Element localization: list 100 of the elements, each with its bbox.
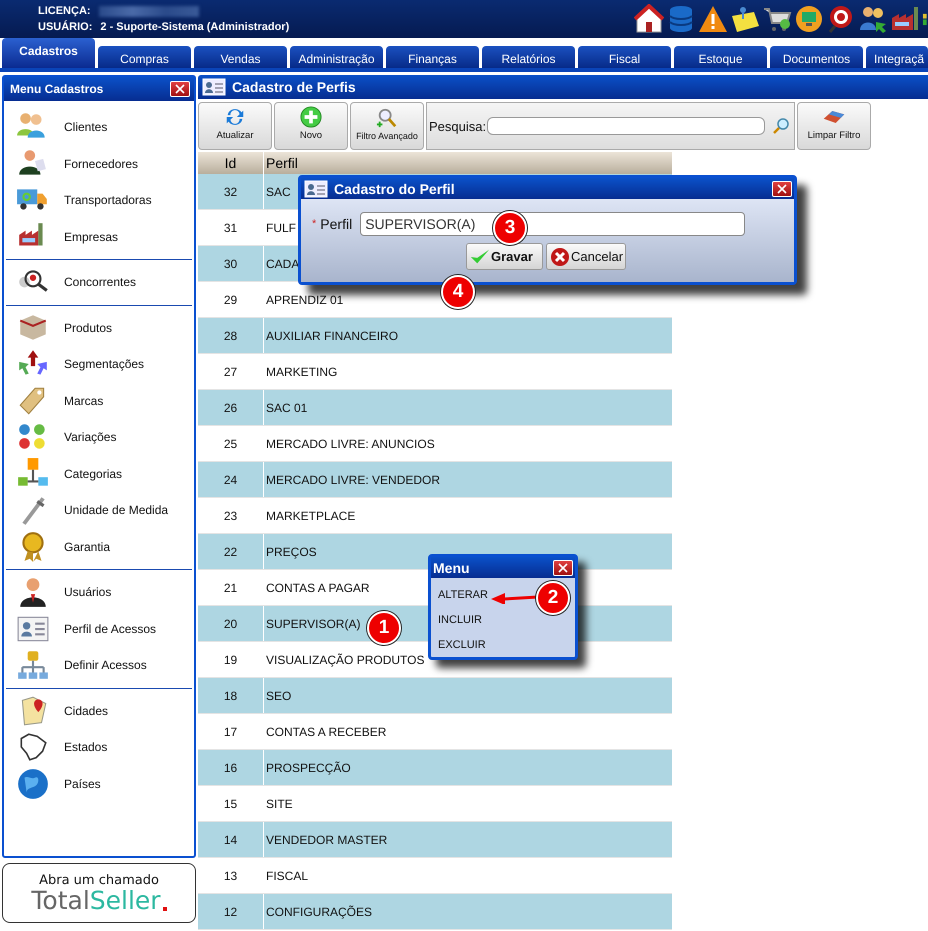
cancel-button[interactable]: Cancelar <box>546 243 626 270</box>
table-cell: 31 <box>224 220 238 234</box>
search-label: Pesquisa: <box>429 118 486 134</box>
sidebar-item[interactable]: Concorrentes <box>6 264 192 300</box>
menu-tab[interactable]: Relatórios <box>482 46 575 68</box>
sidebar-item[interactable]: Unidade de Medida <box>6 492 192 528</box>
panel-title: Cadastro de Perfis <box>232 79 356 95</box>
sidebar-item[interactable]: Categorias <box>6 456 192 492</box>
close-button[interactable] <box>553 560 573 576</box>
table-cell: 21 <box>224 580 238 594</box>
table-cell: 30 <box>224 256 238 270</box>
table-cell: APRENDIZ 01 <box>266 292 344 306</box>
table-cell: 15 <box>224 796 238 810</box>
sidebar-item[interactable]: Empresas <box>6 218 192 255</box>
table-cell: SAC <box>266 184 291 198</box>
save-button[interactable]: Gravar <box>466 243 543 270</box>
table-cell: CONTAS A PAGAR <box>266 580 370 594</box>
table-cell: 18 <box>224 688 238 702</box>
table-cell: MERCADO LIVRE: ANUNCIOS <box>266 436 435 450</box>
search-field[interactable] <box>487 117 766 135</box>
sidebar-item[interactable]: Definir Acessos <box>6 647 192 684</box>
menu-tab[interactable]: Fiscal <box>578 46 671 68</box>
support-card[interactable]: Abra um chamado TotalSeller <box>2 863 196 923</box>
note-icon[interactable] <box>730 4 760 34</box>
table-cell: SEO <box>266 688 292 702</box>
users-icon[interactable] <box>858 4 888 34</box>
menu-tab[interactable]: Finanças <box>386 46 479 68</box>
sidebar-item[interactable]: Produtos <box>6 310 192 346</box>
globe-icon <box>16 766 50 801</box>
search-plus-icon <box>375 107 399 129</box>
sidebar-item[interactable]: Transportadoras <box>6 182 192 218</box>
menu-tab[interactable]: Integraçã <box>866 46 928 68</box>
close-icon <box>558 562 568 572</box>
sidebar-item[interactable]: Usuários <box>6 574 192 610</box>
table-cell: FULF <box>266 220 296 234</box>
sidebar-item[interactable]: Garantia <box>6 528 192 565</box>
table-cell: 16 <box>224 760 238 774</box>
table-cell: CONTAS A RECEBER <box>266 724 386 738</box>
required-mark: * <box>312 218 316 230</box>
field-label: Perfil <box>320 216 352 232</box>
menu-item[interactable]: INCLUIR <box>438 607 482 632</box>
user-name: 2 - Suporte-Sistema (Administrador) <box>100 21 290 33</box>
table-cell: SITE <box>266 796 293 810</box>
sidebar-item[interactable]: Perfil de Acessos <box>6 610 192 647</box>
table-cell: AUXILIAR FINANCEIRO <box>266 328 398 342</box>
menu-title: Menu <box>433 560 470 576</box>
sidebar-item[interactable]: Cidades <box>6 692 192 729</box>
table-cell: SAC 01 <box>266 400 308 414</box>
sidebar-item[interactable]: Segmentações <box>6 346 192 382</box>
sidebar-item[interactable]: Países <box>6 766 192 802</box>
table-cell: SUPERVISOR(A) <box>266 616 360 630</box>
sidebar-item[interactable]: Clientes <box>6 109 192 146</box>
table-cell: 20 <box>224 616 238 630</box>
table-cell: 26 <box>224 400 238 414</box>
table-cell: PROSPECÇÃO <box>266 760 351 774</box>
monitor-icon[interactable] <box>794 4 824 34</box>
close-button[interactable] <box>772 180 792 196</box>
table-cell: 25 <box>224 436 238 450</box>
menu-item[interactable]: EXCLUIR <box>438 632 486 657</box>
sidebar-item[interactable]: Variações <box>6 419 192 456</box>
table-cell: VENDEDOR MASTER <box>266 832 388 846</box>
close-icon <box>777 184 787 194</box>
menu-item[interactable]: ALTERAR <box>438 582 488 607</box>
clear-filter-button[interactable]: Limpar Filtro <box>797 102 871 150</box>
dialog-title: Cadastro do Perfil <box>334 180 455 196</box>
column-header[interactable]: Perfil <box>264 152 672 174</box>
table-cell: MARKETING <box>266 364 338 378</box>
table-cell: 29 <box>224 292 238 306</box>
table-cell: CONFIGURAÇÕES <box>266 904 372 918</box>
sidebar-item[interactable]: Marcas <box>6 382 192 419</box>
table-cell: 24 <box>224 472 238 486</box>
menu-tab[interactable]: Administração <box>290 46 383 68</box>
house-icon[interactable] <box>634 4 664 34</box>
menu-tab[interactable]: Documentos <box>770 46 863 68</box>
sidebar-item[interactable]: Fornecedores <box>6 146 192 182</box>
menu-tab[interactable]: Cadastros <box>2 38 95 68</box>
menu-tab[interactable]: Estoque <box>674 46 767 68</box>
id-card-icon <box>304 180 328 198</box>
menu-tab[interactable]: Compras <box>98 46 191 68</box>
logo: TotalSeller <box>31 888 167 913</box>
toolbar-button[interactable]: Atualizar <box>198 102 272 150</box>
table-cell: 23 <box>224 508 238 522</box>
toolbar-button[interactable]: Novo <box>274 102 348 150</box>
table-cell: 28 <box>224 328 238 342</box>
table-cell: 13 <box>224 868 238 882</box>
id-card-icon <box>202 78 226 96</box>
table-cell: VISUALIZAÇÃO PRODUTOS <box>266 652 424 666</box>
close-button[interactable] <box>170 81 190 97</box>
sidebar-item[interactable]: Estados <box>6 729 192 766</box>
cancel-icon <box>549 246 571 266</box>
table-cell: 22 <box>224 544 238 558</box>
search-icon[interactable] <box>772 117 790 135</box>
toolbar-button[interactable]: Filtro Avançado <box>350 102 424 150</box>
sidebar-title: Menu Cadastros <box>10 82 104 96</box>
table-cell: FISCAL <box>266 868 308 882</box>
license-label: LICENÇA: <box>38 5 91 17</box>
table-cell: 32 <box>224 184 238 198</box>
warning-icon[interactable] <box>698 4 728 34</box>
table-cell: CADA <box>266 256 300 270</box>
menu-tab[interactable]: Vendas <box>194 46 287 68</box>
